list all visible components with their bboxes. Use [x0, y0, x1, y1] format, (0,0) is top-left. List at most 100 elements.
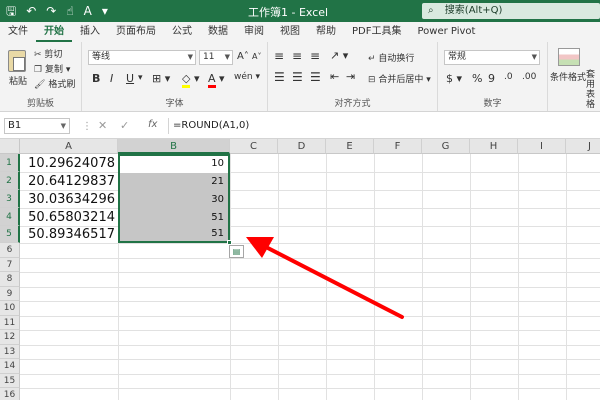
- tab-help[interactable]: 帮助: [308, 22, 344, 42]
- merge-icon: ⊟: [368, 75, 376, 85]
- merge-center-button[interactable]: ⊟ 合并后居中 ▾: [368, 72, 431, 85]
- border-button[interactable]: ⊞ ▾: [152, 72, 170, 85]
- align-center-icon: ☰: [292, 70, 303, 84]
- align-right-icon: ☰: [310, 70, 321, 84]
- increase-decimal-button[interactable]: .0: [504, 72, 513, 82]
- phonetic-label: wén: [234, 72, 253, 82]
- align-center-button[interactable]: ☰: [292, 70, 303, 84]
- decrease-decimal-button[interactable]: .00: [522, 72, 536, 82]
- number-format-select[interactable]: 常规 ▼: [444, 50, 540, 65]
- insert-function-button[interactable]: fx: [148, 119, 157, 130]
- save-icon[interactable]: 🖫: [6, 3, 16, 19]
- decrease-decimal-icon: .00: [522, 72, 537, 82]
- grow-font-icon: A: [237, 51, 244, 62]
- orientation-button[interactable]: ↗ ▾: [330, 49, 348, 62]
- conditional-format-button[interactable]: 条件格式: [550, 70, 586, 83]
- fill-color-button[interactable]: ◇ ▾: [182, 72, 200, 88]
- wrap-text-label: 自动换行: [378, 54, 415, 64]
- wrap-text-icon: ↵: [368, 54, 376, 64]
- search-box[interactable]: ⌕ 搜索(Alt+Q): [422, 3, 600, 19]
- title-bar: 🖫 ↶ ↷ ☝ A ▾ 工作簿1 - Excel ⌕ 搜索(Alt+Q): [0, 0, 600, 22]
- format-painter-button[interactable]: 🖌 格式刷: [34, 77, 75, 90]
- orientation-icon: ↗: [330, 49, 340, 62]
- increase-indent-button[interactable]: ⇥: [346, 70, 355, 83]
- conditional-format-icon[interactable]: [558, 48, 580, 66]
- wrap-text-button[interactable]: ↵ 自动换行: [368, 51, 414, 64]
- tab-formulas[interactable]: 公式: [164, 22, 200, 42]
- enter-icon[interactable]: ✓: [120, 119, 129, 132]
- formula-input[interactable]: =ROUND(A1,0): [168, 118, 596, 134]
- currency-icon: $: [446, 72, 453, 85]
- font-size-select[interactable]: 11 ▼: [199, 50, 233, 65]
- chevron-down-icon: ▼: [224, 53, 230, 61]
- align-bottom-button[interactable]: ≡: [310, 49, 320, 63]
- font-group-label: 字体: [165, 99, 184, 109]
- align-top-button[interactable]: ≡: [274, 49, 284, 63]
- chevron-down-icon: ▼: [531, 53, 537, 61]
- font-group: 等线 ▼ 11 ▼ A˄ A˅ B I U ▾ ⊞ ▾ ◇ ▾ A ▾ wén ▾ …: [82, 42, 268, 111]
- tab-power-pivot[interactable]: Power Pivot: [409, 22, 483, 42]
- quick-access-toolbar: 🖫 ↶ ↷ ☝ A ▾: [6, 3, 108, 19]
- brush-icon: 🖌: [34, 80, 46, 90]
- undo-icon[interactable]: ↶: [26, 3, 36, 19]
- shrink-font-icon: A: [252, 52, 258, 61]
- font-name-select[interactable]: 等线 ▼: [88, 50, 196, 65]
- more-icon[interactable]: ▾: [102, 3, 108, 19]
- format-as-table-button[interactable]: 套用 表格: [586, 70, 600, 110]
- bold-button[interactable]: B: [92, 72, 100, 85]
- tab-page-layout[interactable]: 页面布局: [108, 22, 164, 42]
- worksheet-grid[interactable]: A B C D E F G H I J 1 2 3 4 5 6 7 8 9 10…: [0, 139, 600, 400]
- align-left-button[interactable]: ☰: [274, 70, 285, 84]
- merge-center-label: 合并后居中: [378, 75, 424, 85]
- align-middle-button[interactable]: ≡: [292, 49, 302, 63]
- percent-button[interactable]: %: [472, 72, 482, 85]
- currency-button[interactable]: $ ▾: [446, 72, 462, 85]
- paste-icon[interactable]: [8, 50, 26, 72]
- tab-data[interactable]: 数据: [200, 22, 236, 42]
- formula-bar-grip-icon: ⋮: [82, 121, 92, 132]
- decrease-indent-button[interactable]: ⇤: [330, 70, 339, 83]
- formula-bar: B1 ▼ ⋮ ✕ ✓ fx =ROUND(A1,0): [0, 113, 600, 139]
- grow-font-button[interactable]: A˄: [237, 51, 249, 62]
- tab-review[interactable]: 审阅: [236, 22, 272, 42]
- increase-decimal-icon: .0: [504, 72, 513, 82]
- align-bottom-icon: ≡: [310, 49, 321, 63]
- increase-indent-icon: ⇥: [346, 70, 356, 83]
- align-right-button[interactable]: ☰: [310, 70, 321, 84]
- tab-file[interactable]: 文件: [0, 22, 36, 42]
- underline-dropdown[interactable]: ▾: [138, 73, 143, 83]
- number-format-value: 常规: [448, 52, 467, 62]
- copy-button[interactable]: ❐ 复制 ▾: [34, 62, 70, 75]
- cut-label: 剪切: [44, 50, 63, 60]
- window-title: 工作簿1 - Excel: [248, 6, 329, 19]
- name-box[interactable]: B1 ▼: [4, 118, 70, 134]
- tab-pdf-tools[interactable]: PDF工具集: [344, 22, 409, 42]
- cut-button[interactable]: ✂ 剪切: [34, 47, 62, 60]
- border-icon: ⊞: [152, 72, 162, 85]
- format-painter-label: 格式刷: [48, 80, 76, 90]
- paste-button[interactable]: 粘贴: [9, 74, 27, 87]
- cancel-icon[interactable]: ✕: [98, 119, 107, 132]
- copy-label: 复制: [44, 65, 63, 75]
- shrink-font-button[interactable]: A˅: [252, 52, 261, 61]
- comma-button[interactable]: 9: [488, 72, 495, 85]
- tab-home[interactable]: 开始: [36, 22, 72, 42]
- align-left-icon: ☰: [274, 70, 285, 84]
- clipboard-group: 粘贴 ✂ 剪切 ❐ 复制 ▾ 🖌 格式刷 剪贴板: [0, 42, 82, 111]
- name-box-value: B1: [8, 120, 22, 131]
- touch-mode-icon[interactable]: ☝: [66, 3, 73, 19]
- font-size-value: 11: [203, 52, 215, 62]
- underline-button[interactable]: U: [126, 72, 134, 85]
- number-group-label: 数字: [483, 99, 502, 109]
- redo-icon[interactable]: ↷: [46, 3, 56, 19]
- font-name-value: 等线: [92, 52, 111, 62]
- tab-insert[interactable]: 插入: [72, 22, 108, 42]
- arrow-shaft: [260, 243, 404, 319]
- fill-bucket-icon: ◇: [182, 72, 191, 88]
- phonetic-button[interactable]: wén ▾: [234, 72, 260, 82]
- font-color-button[interactable]: A ▾: [208, 72, 225, 88]
- font-color-icon: A: [208, 72, 216, 88]
- font-size-icon[interactable]: A: [84, 3, 92, 19]
- italic-button[interactable]: I: [110, 72, 113, 85]
- tab-view[interactable]: 视图: [272, 22, 308, 42]
